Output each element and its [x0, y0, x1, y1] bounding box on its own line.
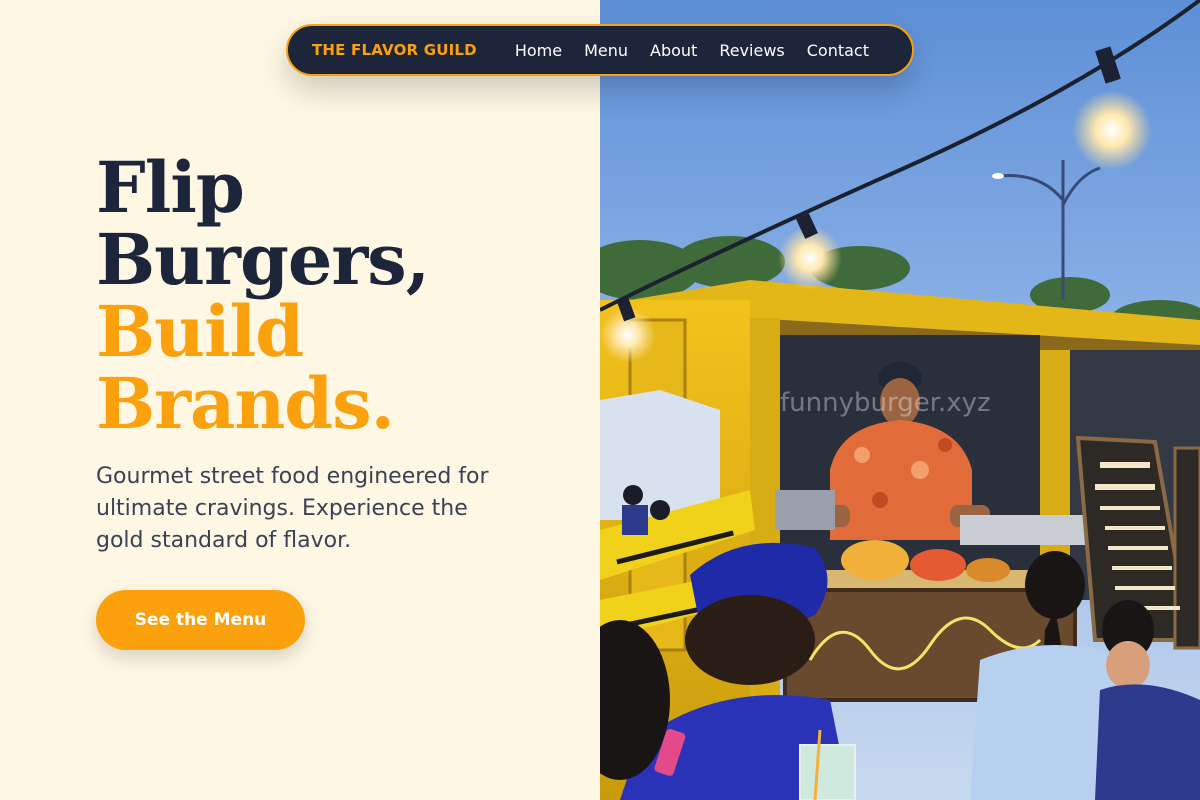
headline-line-2: Burgers,: [96, 218, 430, 301]
nav-link-menu[interactable]: Menu: [584, 41, 628, 60]
nav-link-contact[interactable]: Contact: [807, 41, 869, 60]
hero-subtext: Gourmet street food engineered for ultim…: [96, 464, 489, 553]
see-menu-button[interactable]: See the Menu: [96, 590, 305, 650]
headline-line-1: Flip: [96, 146, 245, 229]
hero-headline: Flip Burgers, Build Brands.: [96, 146, 430, 445]
headline-line-3: Build: [96, 290, 304, 373]
top-navigation: THE FLAVOR GUILD Home Menu About Reviews…: [286, 24, 914, 76]
headline-line-4: Brands.: [96, 362, 395, 445]
hero-image: funnyburger.xyz: [600, 0, 1200, 800]
nav-link-about[interactable]: About: [650, 41, 697, 60]
hero-text-panel: Flip Burgers, Build Brands. Gourmet stre…: [0, 0, 600, 800]
brand-logo[interactable]: THE FLAVOR GUILD: [312, 41, 477, 59]
nav-link-home[interactable]: Home: [515, 41, 562, 60]
image-watermark: funnyburger.xyz: [780, 388, 991, 418]
nav-links: Home Menu About Reviews Contact: [515, 41, 869, 60]
nav-link-reviews[interactable]: Reviews: [719, 41, 784, 60]
